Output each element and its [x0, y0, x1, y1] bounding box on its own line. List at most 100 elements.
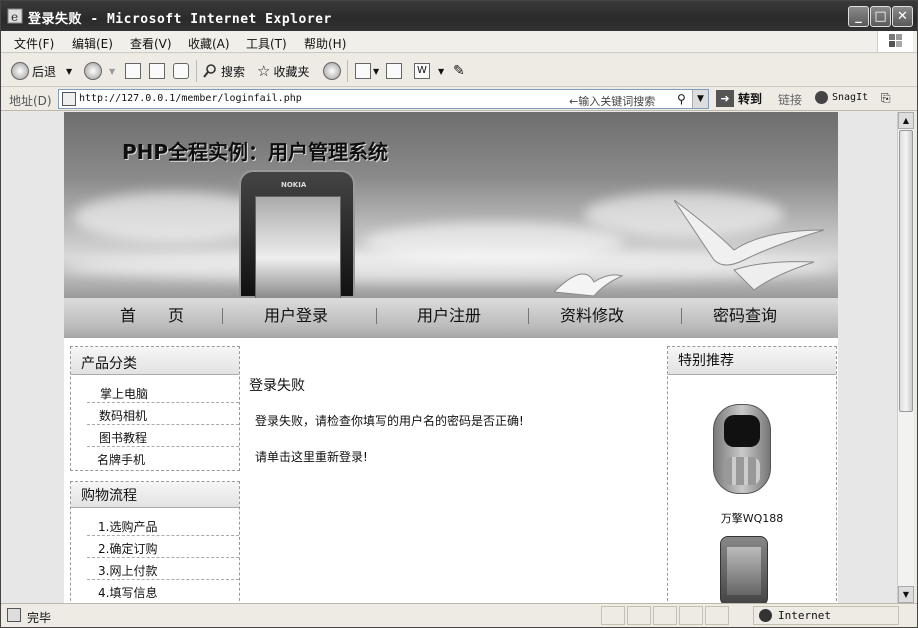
stop-icon: [125, 63, 141, 79]
status-text: 完毕: [27, 611, 52, 625]
snagit-capture-icon[interactable]: ⎘: [881, 91, 891, 106]
links-label[interactable]: 链接: [778, 91, 802, 108]
category-item[interactable]: 数码相机: [87, 403, 239, 425]
page-status-icon: [7, 608, 21, 622]
forward-dropdown-icon: ▼: [109, 66, 116, 76]
menu-view[interactable]: 查看(V): [130, 35, 172, 52]
site-title: PHP全程实例：用户管理系统: [122, 140, 389, 164]
address-bar: 地址(D) http://127.0.0.1/member/loginfail.…: [1, 87, 917, 111]
page-viewport: PHP全程实例：用户管理系统 NOKIA 首 页 用户登录 用户注册 资料修改 …: [3, 112, 897, 603]
shopping-flow-title: 购物流程: [71, 482, 239, 508]
toolbar: 后退 ▼ ▼ 搜索 ☆ 收藏夹 ▼ W ▼ ✎: [1, 54, 917, 87]
menu-tools[interactable]: 工具(T): [246, 35, 287, 52]
menu-favorites[interactable]: 收藏(A): [188, 35, 230, 52]
home-button[interactable]: [173, 60, 189, 82]
toolbar-separator: [196, 60, 197, 82]
web-page: PHP全程实例：用户管理系统 NOKIA 首 页 用户登录 用户注册 资料修改 …: [64, 112, 838, 603]
back-button[interactable]: 后退 ▼: [11, 60, 72, 82]
product-image[interactable]: [713, 404, 771, 494]
forward-button[interactable]: ▼: [84, 60, 115, 82]
back-dropdown-icon: ▼: [66, 66, 73, 76]
stop-button[interactable]: [125, 60, 141, 82]
site-banner: PHP全程实例：用户管理系统 NOKIA: [64, 112, 838, 298]
refresh-icon: [149, 63, 165, 79]
flow-step[interactable]: 2.确定订购: [87, 536, 239, 558]
phone-brand: NOKIA: [281, 181, 307, 189]
search-button[interactable]: 搜索: [202, 60, 245, 82]
word-icon: W: [414, 63, 430, 79]
windows-flag-icon: [877, 31, 913, 52]
messenger-icon: ✎: [453, 63, 465, 79]
seagull-small-icon: [554, 273, 624, 297]
forward-arrow-icon: [84, 62, 102, 80]
product-name[interactable]: 万擎WQ188: [668, 510, 836, 526]
maximize-button[interactable]: □: [870, 6, 891, 27]
title-bar: e 登录失败 - Microsoft Internet Explorer _ □…: [1, 1, 917, 31]
menu-bar: 文件(F) 编辑(E) 查看(V) 收藏(A) 工具(T) 帮助(H): [1, 31, 917, 53]
shopping-flow-panel: 购物流程 1.选购产品 2.确定订购 3.网上付款 4.填写信息: [70, 481, 240, 603]
status-bar: 完毕 Internet: [1, 603, 917, 627]
nav-password-recovery[interactable]: 密码查询: [713, 302, 777, 326]
close-button[interactable]: ✕: [892, 6, 913, 27]
toolbar-separator: [347, 60, 348, 82]
nav-register[interactable]: 用户注册: [417, 302, 481, 326]
seagull-icon: [674, 200, 825, 291]
relogin-link[interactable]: 这里: [291, 450, 315, 464]
go-button[interactable]: ➜ 转到: [716, 90, 762, 107]
go-arrow-icon: ➜: [716, 90, 734, 107]
vertical-scrollbar[interactable]: ▲ ▼: [897, 112, 914, 603]
menu-help[interactable]: 帮助(H): [304, 35, 346, 52]
flow-step[interactable]: 1.选购产品: [87, 514, 239, 536]
home-icon: [173, 63, 189, 79]
messenger-button[interactable]: ✎: [453, 60, 465, 82]
flow-step[interactable]: 3.网上付款: [87, 558, 239, 580]
nav-login[interactable]: 用户登录: [264, 302, 328, 326]
scroll-up-icon[interactable]: ▲: [898, 112, 914, 129]
featured-title: 特别推荐: [668, 347, 836, 375]
nav-home[interactable]: 首 页: [120, 302, 184, 326]
address-dropdown-icon[interactable]: ▼: [692, 90, 708, 108]
nav-profile-edit[interactable]: 资料修改: [560, 302, 624, 326]
favorites-button[interactable]: ☆ 收藏夹: [257, 60, 309, 82]
back-arrow-icon: [11, 62, 29, 80]
mail-dropdown-icon: ▼: [373, 66, 380, 76]
page-heading: 登录失败: [249, 378, 305, 394]
ie-logo-icon: e: [7, 8, 23, 24]
window-title: 登录失败 - Microsoft Internet Explorer: [28, 12, 332, 27]
category-item[interactable]: 图书教程: [87, 425, 239, 447]
address-label: 地址(D): [9, 94, 52, 108]
relogin-prompt: 请单击这里重新登录!: [255, 450, 368, 464]
scroll-down-icon[interactable]: ▼: [898, 586, 914, 603]
mail-icon: [355, 63, 371, 79]
main-navigation: 首 页 用户登录 用户注册 资料修改 密码查询: [64, 298, 838, 338]
scroll-thumb[interactable]: [899, 130, 913, 412]
history-button[interactable]: [323, 60, 344, 82]
categories-title: 产品分类: [71, 347, 239, 375]
refresh-button[interactable]: [149, 60, 165, 82]
minimize-button[interactable]: _: [848, 6, 869, 27]
browser-window: e 登录失败 - Microsoft Internet Explorer _ □…: [0, 0, 918, 628]
page-icon: [62, 92, 76, 106]
menu-edit[interactable]: 编辑(E): [72, 35, 113, 52]
phone-image: NOKIA: [239, 170, 355, 298]
product-image[interactable]: [720, 536, 768, 603]
star-icon: ☆: [257, 62, 271, 80]
snagit-button[interactable]: SnagIt: [815, 91, 868, 104]
login-fail-message: 登录失败，请检查你填写的用户名的密码是否正确!: [255, 414, 524, 428]
address-input[interactable]: http://127.0.0.1/member/loginfail.php ←输…: [58, 89, 709, 109]
keyword-search-hint: ←输入关键词搜索: [569, 95, 656, 108]
svg-text:e: e: [11, 10, 18, 24]
mail-button[interactable]: ▼: [355, 60, 379, 82]
print-button[interactable]: [386, 60, 402, 82]
search-icon: [203, 64, 216, 78]
address-url[interactable]: http://127.0.0.1/member/loginfail.php: [79, 93, 302, 104]
category-item[interactable]: 名牌手机: [87, 447, 239, 469]
word-dropdown-icon: ▼: [438, 66, 445, 76]
search-helper-icon[interactable]: ⚲: [677, 92, 686, 106]
flow-step[interactable]: 4.填写信息: [87, 580, 239, 602]
menu-file[interactable]: 文件(F): [14, 35, 54, 52]
categories-panel: 产品分类 掌上电脑 数码相机 图书教程 名牌手机: [70, 346, 240, 471]
category-item[interactable]: 掌上电脑: [87, 381, 239, 403]
word-button[interactable]: W ▼: [414, 60, 444, 82]
history-icon: [323, 62, 341, 80]
